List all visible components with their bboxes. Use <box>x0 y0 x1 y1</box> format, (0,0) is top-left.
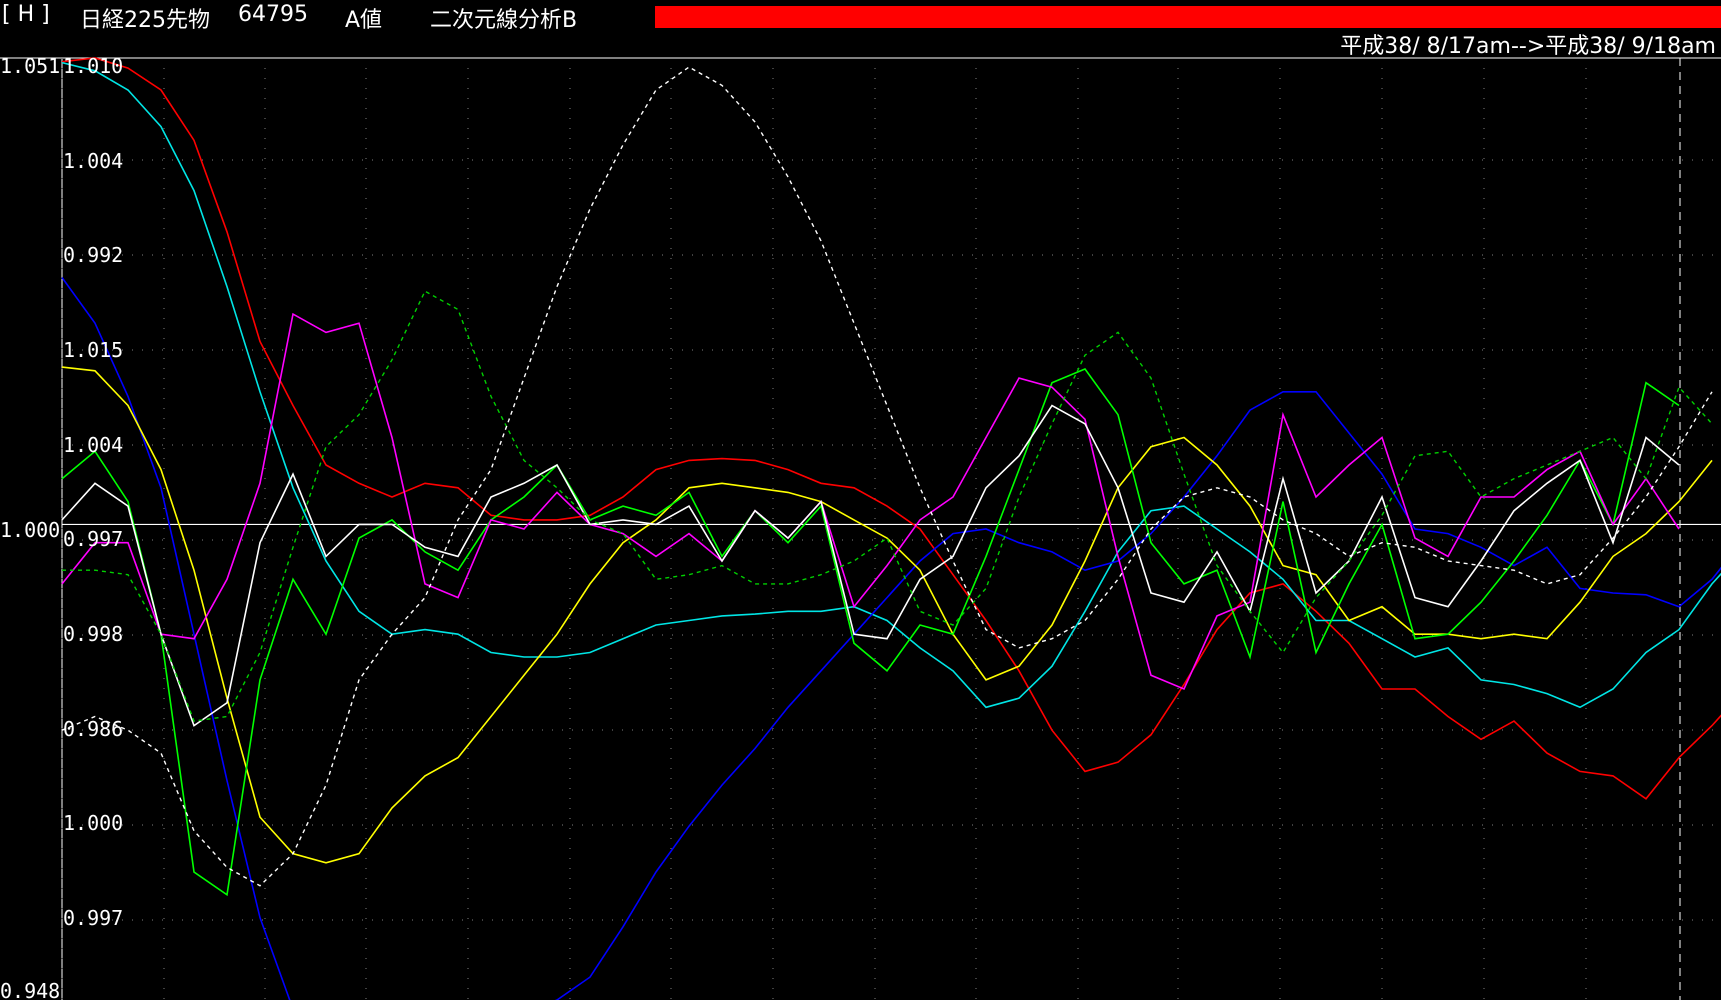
series-line-8 <box>61 66 1713 887</box>
series-line-3 <box>61 366 1713 864</box>
inner-tick-label: 1.010 <box>63 54 123 78</box>
inner-tick-label: 1.004 <box>63 433 123 457</box>
inner-tick-label: 1.004 <box>63 149 123 173</box>
inner-tick-label: 0.986 <box>63 717 123 741</box>
inner-tick-label: 1.000 <box>63 811 123 835</box>
series-group <box>61 57 1721 1000</box>
series-line-0 <box>61 57 1721 800</box>
inner-tick-label: 0.997 <box>63 906 123 930</box>
inner-tick-label: 0.992 <box>63 243 123 267</box>
line-chart: 1.051 1.000 0.948 1.010 1.004 0.992 1.015 1.004… <box>0 54 1721 1000</box>
date-range-label: 平成38/ 8/17am-->平成38/ 9/18am <box>1340 34 1716 59</box>
inner-tick-label: 0.998 <box>63 622 123 646</box>
series-line-2 <box>61 277 1721 1000</box>
inner-tick-label: 1.015 <box>63 338 123 362</box>
series-line-4 <box>61 368 1680 897</box>
inner-tick-label: 0.997 <box>63 527 123 551</box>
y-axis-label: 1.051 <box>0 54 60 78</box>
y-axis-label: 0.948 <box>0 979 60 1000</box>
y-axis-label: 1.000 <box>0 518 60 542</box>
